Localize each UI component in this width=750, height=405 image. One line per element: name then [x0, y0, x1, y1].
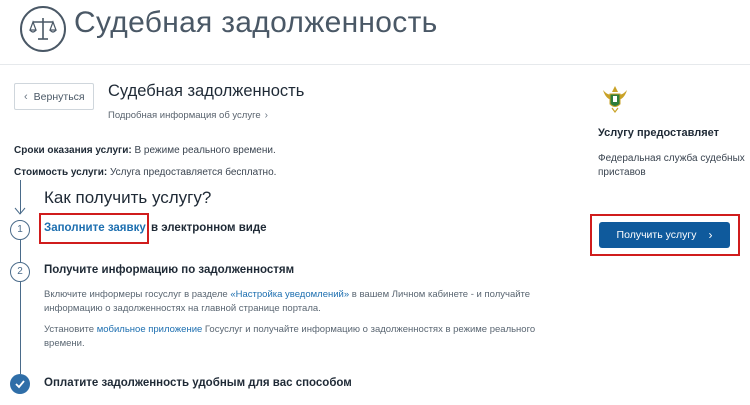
- step-2-number: 2: [10, 262, 30, 282]
- step-2-p2-text-c: времени.: [44, 338, 85, 349]
- step-1-number: 1: [10, 220, 30, 240]
- step-2-p1-text-a: Включите информеры госуслуг в разделе: [44, 289, 231, 300]
- how-to-title: Как получить услугу?: [44, 188, 212, 207]
- fill-application-link[interactable]: Заполните заявку: [44, 222, 146, 234]
- provider-label: Услугу предоставляет: [598, 127, 720, 139]
- steps-rail-bottom: [20, 282, 21, 374]
- mobile-app-link[interactable]: мобильное приложение: [97, 324, 203, 335]
- header-title: Судебная задолженность: [74, 6, 438, 39]
- notification-settings-link[interactable]: «Настройка уведомлений»: [230, 289, 349, 300]
- service-terms-label: Сроки оказания услуги:: [14, 145, 132, 156]
- service-cost-value: Услуга предоставляется бесплатно.: [109, 167, 277, 178]
- service-details-link[interactable]: Подробная информация об услуге ›: [108, 110, 268, 121]
- back-button-label: Вернуться: [33, 90, 85, 103]
- step-1-rest: в электронном виде: [150, 222, 267, 234]
- step-1: Заполните заявку в электронном виде: [44, 222, 267, 234]
- scales-icon: [20, 6, 66, 52]
- step-2-p2-text-b: Госуслуг и получайте информацию о задолж…: [202, 324, 536, 335]
- step-2-p1-text-b: в вашем Личном кабинете - и получайте: [349, 289, 531, 300]
- chevron-right-icon: ›: [708, 228, 713, 242]
- arrow-down-icon: [14, 207, 26, 215]
- get-service-button[interactable]: Получить услугу ›: [599, 222, 730, 248]
- service-terms-value: В режиме реального времени.: [134, 145, 276, 156]
- service-cost-label: Стоимость услуги:: [14, 167, 108, 178]
- steps-rail-mid: [20, 240, 21, 262]
- step-2-p1-text-c: информацию о задолженностях на главной с…: [44, 303, 321, 314]
- get-service-button-label: Получить услугу: [616, 229, 697, 241]
- header-divider: [0, 64, 750, 65]
- step-2-paragraph-1: Включите информеры госуслуг в разделе «Н…: [44, 288, 530, 316]
- step-2-p2-text-a: Установите: [44, 324, 97, 335]
- service-terms: Сроки оказания услуги: В режиме реальног…: [14, 145, 276, 156]
- page-title: Судебная задолженность: [108, 82, 305, 100]
- provider-name: Федеральная служба судебных приставов: [598, 153, 745, 178]
- chevron-left-icon: ‹: [24, 90, 28, 103]
- chevron-right-icon: ›: [264, 110, 268, 121]
- fssp-emblem-icon: [603, 86, 627, 113]
- back-button[interactable]: ‹ Вернуться: [14, 83, 94, 110]
- checkmark-icon: [10, 374, 30, 394]
- step-3-title: Оплатите задолженность удобным для вас с…: [44, 377, 352, 389]
- service-cost: Стоимость услуги: Услуга предоставляется…: [14, 167, 276, 178]
- step-2-title: Получите информацию по задолженностям: [44, 264, 295, 276]
- service-details-link-label: Подробная информация об услуге: [108, 110, 261, 121]
- step-2-paragraph-2: Установите мобильное приложение Госуслуг…: [44, 323, 535, 351]
